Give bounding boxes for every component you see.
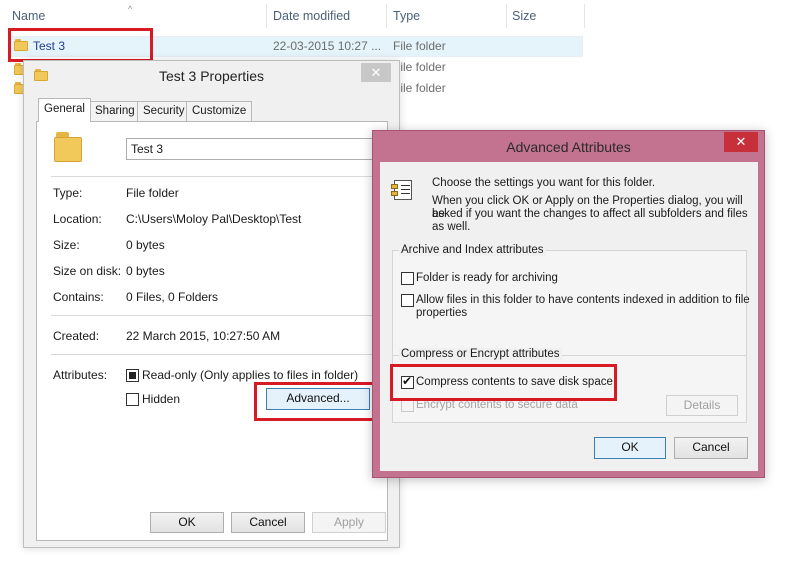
highlight-box-folder <box>8 28 153 62</box>
index-label-line-2: properties <box>416 307 468 319</box>
hidden-checkbox[interactable] <box>126 393 139 406</box>
index-label-line-1: Allow files in this folder to have conte… <box>416 294 750 306</box>
divider <box>51 176 373 177</box>
folder-name-input[interactable]: Test 3 <box>126 138 374 160</box>
highlight-box-compress <box>390 364 617 401</box>
cancel-button[interactable]: Cancel <box>674 437 748 459</box>
file-row-type: File folder <box>393 60 446 74</box>
column-header-size[interactable]: Size <box>512 9 536 23</box>
details-button[interactable]: Details <box>666 395 738 416</box>
advanced-title: Advanced Attributes <box>506 139 631 155</box>
ok-button[interactable]: OK <box>150 512 224 533</box>
archive-checkbox[interactable] <box>401 272 414 285</box>
readonly-label: Read-only (Only applies to files in fold… <box>142 368 359 382</box>
general-tab-panel: Test 3 Type: File folder Location: C:\Us… <box>36 121 388 541</box>
contains-label: Contains: <box>53 290 104 304</box>
location-label: Location: <box>53 212 102 226</box>
sort-up-icon: ^ <box>128 4 133 14</box>
tab-customize[interactable]: Customize <box>186 101 253 121</box>
archive-index-group-title: Archive and Index attributes <box>399 244 546 256</box>
size-on-disk-value: 0 bytes <box>126 264 165 278</box>
divider <box>51 315 373 316</box>
readonly-checkbox[interactable] <box>126 369 139 382</box>
cancel-button[interactable]: Cancel <box>231 512 305 533</box>
advanced-intro-detail-line-3: as well. <box>432 221 471 233</box>
index-checkbox[interactable] <box>401 294 414 307</box>
close-button[interactable]: ✕ <box>361 63 391 82</box>
properties-title: Test 3 Properties <box>158 68 265 84</box>
close-icon: ✕ <box>370 65 382 80</box>
tab-security[interactable]: Security <box>137 101 191 121</box>
column-divider[interactable] <box>506 4 507 28</box>
file-row-type: File folder <box>393 39 446 53</box>
column-divider[interactable] <box>584 4 585 28</box>
advanced-body: Choose the settings you want for this fo… <box>380 162 758 471</box>
column-header-type[interactable]: Type <box>393 9 420 23</box>
apply-button[interactable]: Apply <box>312 512 386 533</box>
advanced-attributes-dialog: Advanced Attributes ✕ Choose the setting… <box>372 130 765 478</box>
column-divider[interactable] <box>386 4 387 28</box>
location-value: C:\Users\Moloy Pal\Desktop\Test <box>126 212 302 226</box>
column-header-date-modified[interactable]: Date modified <box>273 9 350 23</box>
advanced-intro-detail-line-2: asked if you want the changes to affect … <box>432 208 748 220</box>
created-label: Created: <box>53 329 100 343</box>
size-label: Size: <box>53 238 80 252</box>
divider <box>51 354 373 355</box>
column-header-name[interactable]: Name <box>12 9 45 23</box>
size-on-disk-label: Size on disk: <box>53 264 122 278</box>
attributes-label: Attributes: <box>53 368 108 382</box>
file-row-type: File folder <box>393 81 446 95</box>
type-label: Type: <box>53 186 83 200</box>
tab-general[interactable]: General <box>38 98 91 122</box>
compress-encrypt-group-title: Compress or Encrypt attributes <box>399 348 562 360</box>
column-divider[interactable] <box>266 4 267 28</box>
hidden-label: Hidden <box>142 392 181 406</box>
highlight-box-advanced <box>254 382 382 421</box>
properties-titlebar[interactable]: Test 3 Properties ✕ <box>24 61 399 91</box>
properties-dialog: Test 3 Properties ✕ General Sharing Secu… <box>23 60 400 548</box>
file-row-date: 22-03-2015 10:27 ... <box>273 39 382 53</box>
contains-value: 0 Files, 0 Folders <box>126 290 219 304</box>
archive-label: Folder is ready for archiving <box>416 272 558 284</box>
attributes-list-icon <box>391 180 413 200</box>
created-value: 22 March 2015, 10:27:50 AM <box>126 329 281 343</box>
close-button[interactable]: ✕ <box>724 132 758 152</box>
size-value: 0 bytes <box>126 238 165 252</box>
ok-button[interactable]: OK <box>594 437 666 459</box>
advanced-intro: Choose the settings you want for this fo… <box>432 177 656 189</box>
close-icon: ✕ <box>735 134 747 149</box>
tab-sharing[interactable]: Sharing <box>89 101 141 121</box>
folder-icon <box>54 132 84 162</box>
type-value: File folder <box>126 186 179 200</box>
